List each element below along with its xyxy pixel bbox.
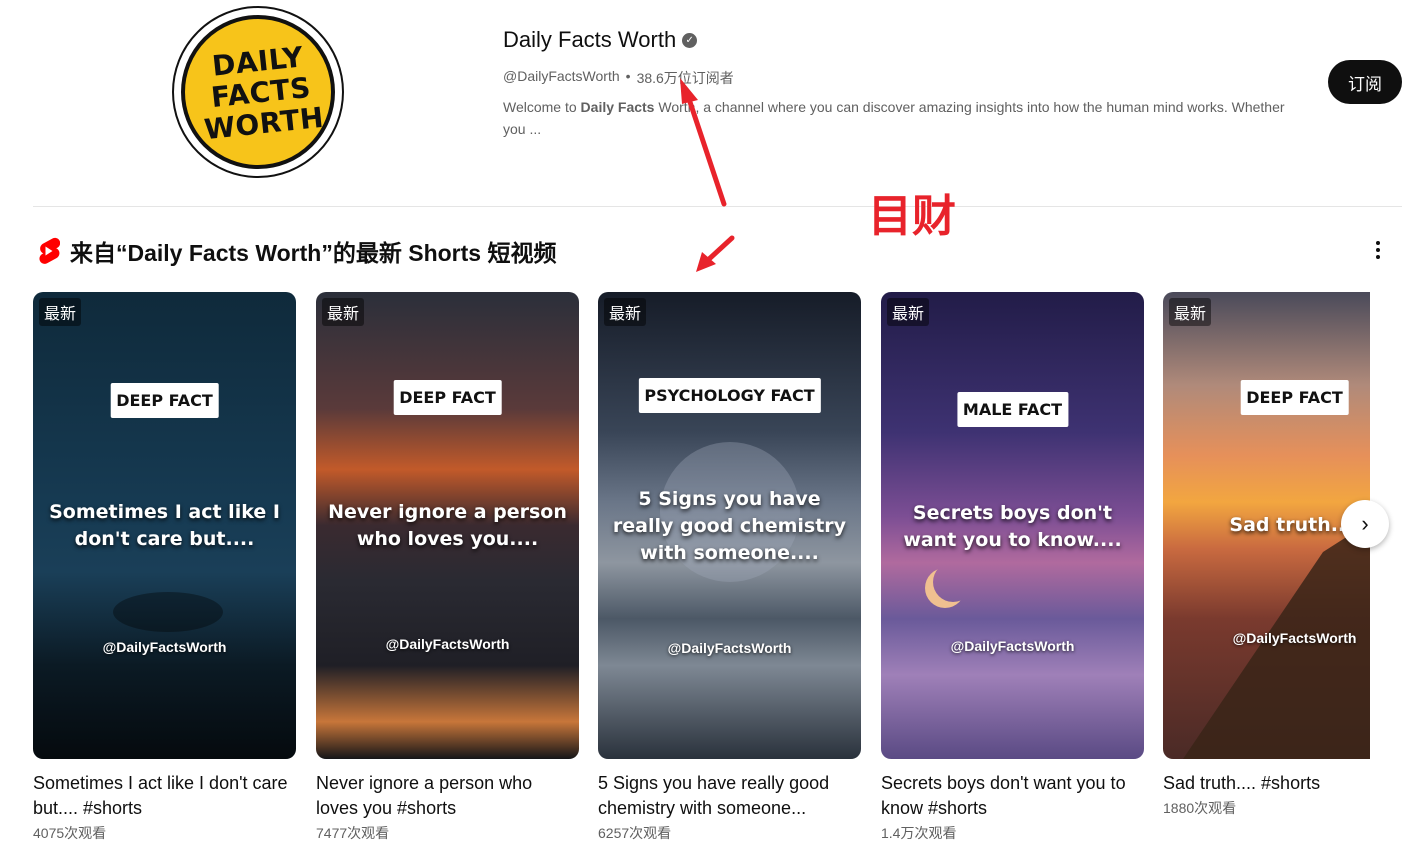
thumbnail-handle: @DailyFactsWorth — [1232, 630, 1357, 646]
shelf-header: 来自“Daily Facts Worth”的最新 Shorts 短视频 — [36, 234, 556, 268]
channel-handle: @DailyFactsWorth — [503, 68, 620, 84]
newest-badge: 最新 — [887, 298, 930, 326]
short-thumbnail[interactable]: 最新 DEEP FACT Never ignore a person who l… — [316, 292, 579, 759]
view-count: 4075次观看 — [33, 825, 107, 841]
chevron-right-icon[interactable]: › — [1341, 500, 1389, 548]
more-vert-icon[interactable] — [1366, 238, 1390, 262]
short-title[interactable]: Sad truth.... #shorts — [1163, 771, 1370, 796]
view-count: 6257次观看 — [598, 825, 672, 841]
channel-logo: DAILY FACTS WORTH — [181, 15, 335, 169]
thumbnail-handle: @DailyFactsWorth — [667, 640, 792, 656]
channel-meta: @DailyFactsWorth • 38.6万位订阅者 — [503, 68, 734, 88]
channel-name-row: Daily Facts Worth ✓ — [503, 27, 698, 53]
youtube-shorts-icon — [39, 237, 60, 264]
thumbnail-handle: @DailyFactsWorth — [102, 639, 227, 655]
shelf-title[interactable]: 来自“Daily Facts Worth”的最新 Shorts 短视频 — [70, 234, 556, 268]
description-prefix: Welcome to — [503, 99, 581, 115]
fact-label: DEEP FACT — [1240, 380, 1349, 415]
header-divider — [33, 206, 1402, 207]
short-thumbnail[interactable]: 最新 PSYCHOLOGY FACT 5 Signs you have real… — [598, 292, 861, 759]
shorts-carousel: 最新 DEEP FACT Sometimes I act like I don'… — [33, 292, 1370, 843]
annotation-text: 目财 — [868, 191, 956, 242]
channel-avatar[interactable]: DAILY FACTS WORTH — [172, 6, 344, 178]
short-card[interactable]: 最新 DEEP FACT Sad truth.... @DailyFactsWo… — [1163, 292, 1370, 818]
subscriber-count: 38.6万位订阅者 — [636, 70, 734, 86]
thumbnail-caption: 5 Signs you have really good chemistry w… — [612, 488, 847, 564]
newest-badge: 最新 — [604, 298, 647, 326]
subscribe-button[interactable]: 订阅 — [1328, 60, 1402, 104]
short-card[interactable]: 最新 PSYCHOLOGY FACT 5 Signs you have real… — [598, 292, 861, 843]
thumbnail-caption: Sometimes I act like I don't care but...… — [49, 501, 280, 550]
short-title[interactable]: 5 Signs you have really good chemistry w… — [598, 771, 861, 821]
short-card[interactable]: 最新 DEEP FACT Never ignore a person who l… — [316, 292, 579, 843]
channel-description[interactable]: Welcome to Daily Facts Worth, a channel … — [503, 96, 1293, 140]
fact-label: DEEP FACT — [110, 383, 219, 418]
thumbnail-caption: Never ignore a person who loves you.... — [328, 501, 567, 550]
verified-check-icon: ✓ — [682, 32, 698, 48]
description-bold: Daily Facts — [580, 99, 655, 115]
view-count: 1.4万次观看 — [881, 825, 957, 841]
fact-label: DEEP FACT — [393, 380, 502, 415]
fact-label: PSYCHOLOGY FACT — [638, 378, 821, 413]
crescent-moon-shape — [933, 562, 973, 602]
short-thumbnail[interactable]: 最新 MALE FACT Secrets boys don't want you… — [881, 292, 1144, 759]
newest-badge: 最新 — [1169, 298, 1212, 326]
meta-separator: • — [625, 68, 631, 84]
short-card[interactable]: 最新 MALE FACT Secrets boys don't want you… — [881, 292, 1144, 843]
short-title[interactable]: Never ignore a person who loves you #sho… — [316, 771, 579, 821]
thumbnail-caption: Secrets boys don't want you to know.... — [903, 502, 1122, 551]
short-title[interactable]: Secrets boys don't want you to know #sho… — [881, 771, 1144, 821]
short-title[interactable]: Sometimes I act like I don't care but...… — [33, 771, 296, 821]
short-card[interactable]: 最新 DEEP FACT Sometimes I act like I don'… — [33, 292, 296, 843]
view-count: 1880次观看 — [1163, 800, 1237, 816]
newest-badge: 最新 — [39, 298, 82, 326]
channel-name[interactable]: Daily Facts Worth — [503, 27, 676, 53]
short-thumbnail[interactable]: 最新 DEEP FACT Sad truth.... @DailyFactsWo… — [1163, 292, 1370, 759]
bench-silhouette — [113, 592, 223, 632]
arrow-down-icon — [696, 235, 735, 272]
short-thumbnail[interactable]: 最新 DEEP FACT Sometimes I act like I don'… — [33, 292, 296, 759]
thumbnail-handle: @DailyFactsWorth — [950, 638, 1075, 654]
view-count: 7477次观看 — [316, 825, 390, 841]
fact-label: MALE FACT — [956, 392, 1069, 427]
newest-badge: 最新 — [322, 298, 365, 326]
thumbnail-handle: @DailyFactsWorth — [385, 636, 510, 652]
